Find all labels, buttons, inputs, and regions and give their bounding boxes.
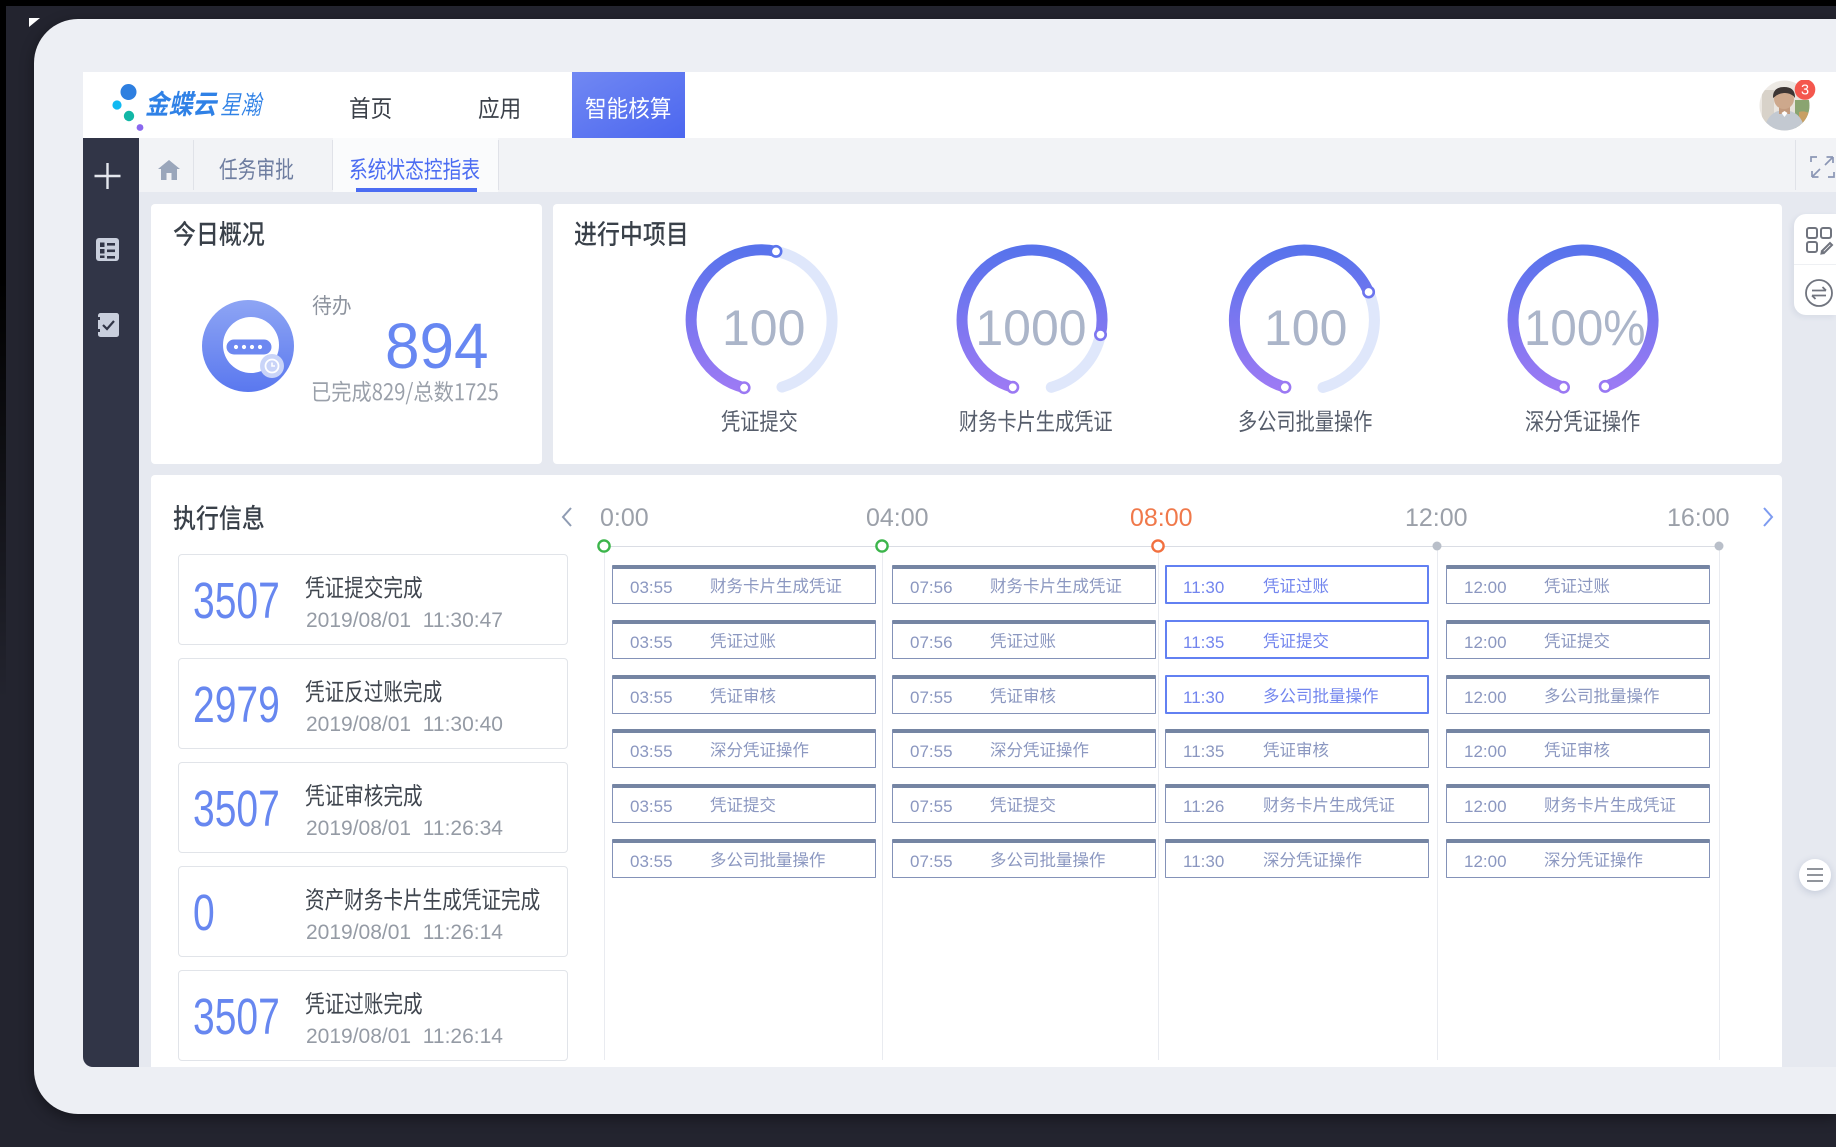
svg-text:3: 3 — [1801, 83, 1809, 99]
